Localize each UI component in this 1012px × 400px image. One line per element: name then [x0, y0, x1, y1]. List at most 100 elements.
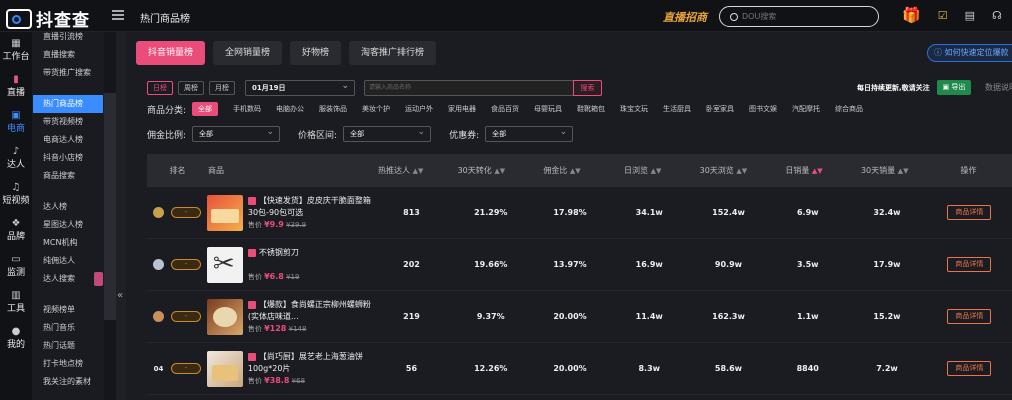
product-name[interactable]: 【爆款】食尚螺正宗柳州螺蛳粉(实体店味道... — [247, 299, 372, 323]
product-thumbnail[interactable] — [206, 194, 243, 231]
table-row[interactable]: - 不锈钢剪刀 售价 ¥6.8 ¥19 202 19.66% 13.97% 16… — [147, 239, 1012, 291]
header-hot-influencers[interactable]: 热推达人 ▲▼ — [360, 165, 441, 176]
category-item[interactable]: 家用电器 — [448, 104, 476, 114]
period-day-button[interactable]: 日榜 — [147, 81, 173, 95]
category-item[interactable]: 手机数码 — [233, 104, 261, 114]
help-link[interactable]: ⓘ 如何快速定位爆款 — [927, 44, 1012, 62]
product-detail-button[interactable]: 商品详情 — [947, 309, 992, 324]
table-row[interactable]: - 【快速发货】皮皮庆干脆面整箱30包-90包可选 售价 ¥9.9 ¥39.9 … — [147, 187, 1012, 239]
product-search-button[interactable]: 搜索 — [573, 80, 602, 96]
export-button[interactable]: ▣ 导出 — [937, 80, 971, 95]
subnav-mcn[interactable]: MCN机构 — [33, 234, 103, 252]
subnav-influencer-search[interactable]: 达人搜索 — [33, 270, 103, 288]
category-item[interactable]: 美妆个护 — [362, 104, 390, 114]
product-detail-button[interactable]: 商品详情 — [947, 205, 992, 220]
global-search-input[interactable] — [742, 12, 862, 21]
subnav-checkin-location[interactable]: 打卡地点榜 — [33, 355, 103, 373]
product-detail-button[interactable]: 商品详情 — [947, 257, 992, 272]
category-item[interactable]: 服装饰品 — [319, 104, 347, 114]
subnav-hot-music[interactable]: 热门音乐 — [33, 319, 103, 337]
product-thumbnail[interactable] — [206, 246, 243, 283]
subnav-hot-products[interactable]: 热门商品榜 — [33, 95, 103, 113]
product-search-input[interactable]: 请输入商品名称 — [364, 80, 574, 96]
tab-douyin-sales[interactable]: 抖音销量榜 — [136, 41, 206, 65]
category-item[interactable]: 珠宝文玩 — [620, 104, 648, 114]
category-item[interactable]: 鞋靴箱包 — [577, 104, 605, 114]
collapse-sidebar-button[interactable]: « — [116, 32, 126, 400]
sidebar-item-brand[interactable]: ❖ 品牌 — [0, 212, 32, 248]
header-daily-views[interactable]: 日浏览 ▲▼ — [602, 165, 683, 176]
table-row[interactable]: 04 - 【尚巧厨】展艺老上海葱油饼 100g*20片 售价 ¥38.8 ¥68… — [147, 343, 1012, 395]
product-cell[interactable]: 【爆款】食尚螺正宗柳州螺蛳粉(实体店味道... 售价 ¥128 ¥148 — [206, 298, 372, 335]
tab-taoke-promo[interactable]: 淘客推广排行榜 — [349, 41, 437, 65]
subnav-douyin-shop[interactable]: 抖音小店榜 — [33, 149, 103, 167]
category-item[interactable]: 母婴玩具 — [534, 104, 562, 114]
product-name[interactable]: 【尚巧厨】展艺老上海葱油饼 100g*20片 — [247, 351, 372, 375]
price-range-select[interactable]: 全部 — [343, 125, 432, 142]
subnav-hot-topic[interactable]: 热门话题 — [33, 337, 103, 355]
subnav-video-rank[interactable]: 视频榜单 — [33, 301, 103, 319]
category-item[interactable]: 综合商品 — [835, 104, 863, 114]
period-month-button[interactable]: 月榜 — [209, 81, 235, 95]
subnav-sales-video[interactable]: 带货视频榜 — [33, 113, 103, 131]
sidebar-item-mine[interactable]: ● 我的 — [0, 320, 32, 356]
sidebar-item-influencer[interactable]: ♪ 达人 — [0, 140, 32, 176]
subnav-ecom-influencer[interactable]: 电商达人榜 — [33, 131, 103, 149]
document-icon[interactable]: ▤ — [965, 9, 975, 22]
tab-all-network-sales[interactable]: 全网销量榜 — [213, 41, 283, 65]
original-price: ¥19 — [286, 273, 300, 281]
product-cell[interactable]: 【快速发货】皮皮庆干脆面整箱30包-90包可选 售价 ¥9.9 ¥39.9 — [206, 194, 372, 231]
subnav-promo-search[interactable]: 带货推广搜索 — [33, 64, 103, 82]
sidebar-item-workbench[interactable]: ▦ 工作台 — [0, 32, 32, 68]
product-thumbnail[interactable] — [206, 350, 243, 387]
category-item[interactable]: 汽配摩托 — [792, 104, 820, 114]
coupon-label: 优惠券: — [449, 130, 480, 141]
subnav-influencer-rank[interactable]: 达人榜 — [33, 198, 103, 216]
category-all[interactable]: 全部 — [192, 102, 219, 116]
header-commission[interactable]: 佣金比 ▲▼ — [522, 165, 603, 176]
header-30d-views[interactable]: 30天浏览 ▲▼ — [683, 165, 764, 176]
app-logo[interactable]: 抖查查 — [6, 6, 90, 31]
product-thumbnail[interactable] — [206, 298, 243, 335]
header-daily-sales[interactable]: 日销量 ▲▼ — [764, 165, 845, 176]
data-description-link[interactable]: 数据说明 — [985, 82, 1012, 93]
subnav-live-traffic[interactable]: 直播引流榜 — [33, 32, 103, 46]
product-cell[interactable]: 【尚巧厨】展艺老上海葱油饼 100g*20片 售价 ¥38.8 ¥68 — [206, 350, 372, 387]
commission-select[interactable]: 全部 — [192, 125, 281, 142]
product-detail-button[interactable]: 商品详情 — [947, 361, 992, 376]
header-30d-conversion[interactable]: 30天转化 ▲▼ — [441, 165, 522, 176]
table-row[interactable]: - 【爆款】食尚螺正宗柳州螺蛳粉(实体店味道... 售价 ¥128 ¥148 2… — [147, 291, 1012, 343]
brand-icon: ❖ — [11, 218, 21, 229]
header-30d-sales[interactable]: 30天销量 ▲▼ — [844, 165, 925, 176]
menu-toggle-icon[interactable] — [112, 10, 124, 20]
subnav-product-search[interactable]: 商品搜索 — [33, 167, 103, 185]
category-item[interactable]: 图书文娱 — [749, 104, 777, 114]
gift-icon[interactable]: 🎁 — [902, 6, 921, 24]
check-box-icon[interactable]: ☑ — [938, 9, 948, 22]
sidebar-item-ecommerce[interactable]: ▣ 电商 — [0, 104, 32, 140]
category-item[interactable]: 卧室家具 — [706, 104, 734, 114]
category-item[interactable]: 运动户外 — [405, 104, 433, 114]
sidebar-item-short-video[interactable]: ♫ 短视频 — [0, 176, 32, 212]
sidebar-item-live[interactable]: ▮ 直播 — [0, 68, 32, 104]
product-cell[interactable]: 不锈钢剪刀 售价 ¥6.8 ¥19 — [206, 246, 372, 283]
live-merch-link[interactable]: 直播招商 — [663, 9, 707, 25]
product-name[interactable]: 【快速发货】皮皮庆干脆面整箱30包-90包可选 — [247, 195, 372, 219]
global-search[interactable] — [719, 6, 879, 27]
subnav-followed-material[interactable]: 我关注的素材 — [33, 373, 103, 391]
sidebar-item-tools[interactable]: ▥ 工具 — [0, 284, 32, 320]
headset-icon[interactable]: ☊ — [992, 9, 1002, 22]
category-item[interactable]: 电脑办公 — [276, 104, 304, 114]
subnav-xingtu-rank[interactable]: 星图达人榜 — [33, 216, 103, 234]
period-week-button[interactable]: 周榜 — [178, 81, 204, 95]
category-item[interactable]: 生活厨具 — [663, 104, 691, 114]
sidebar-item-monitor[interactable]: ▭ 监测 — [0, 248, 32, 284]
subnav-live-search[interactable]: 直播搜索 — [33, 46, 103, 64]
date-select[interactable]: 01月19日 — [245, 79, 355, 96]
product-name[interactable]: 不锈钢剪刀 — [247, 247, 372, 271]
category-item[interactable]: 食品百货 — [491, 104, 519, 114]
coupon-select[interactable]: 全部 — [485, 125, 574, 142]
subnav-scroll-thumb[interactable] — [104, 93, 116, 320]
tab-good-products[interactable]: 好物榜 — [290, 41, 342, 65]
subnav-commission-influencer[interactable]: 纯佣达人 — [33, 252, 103, 270]
